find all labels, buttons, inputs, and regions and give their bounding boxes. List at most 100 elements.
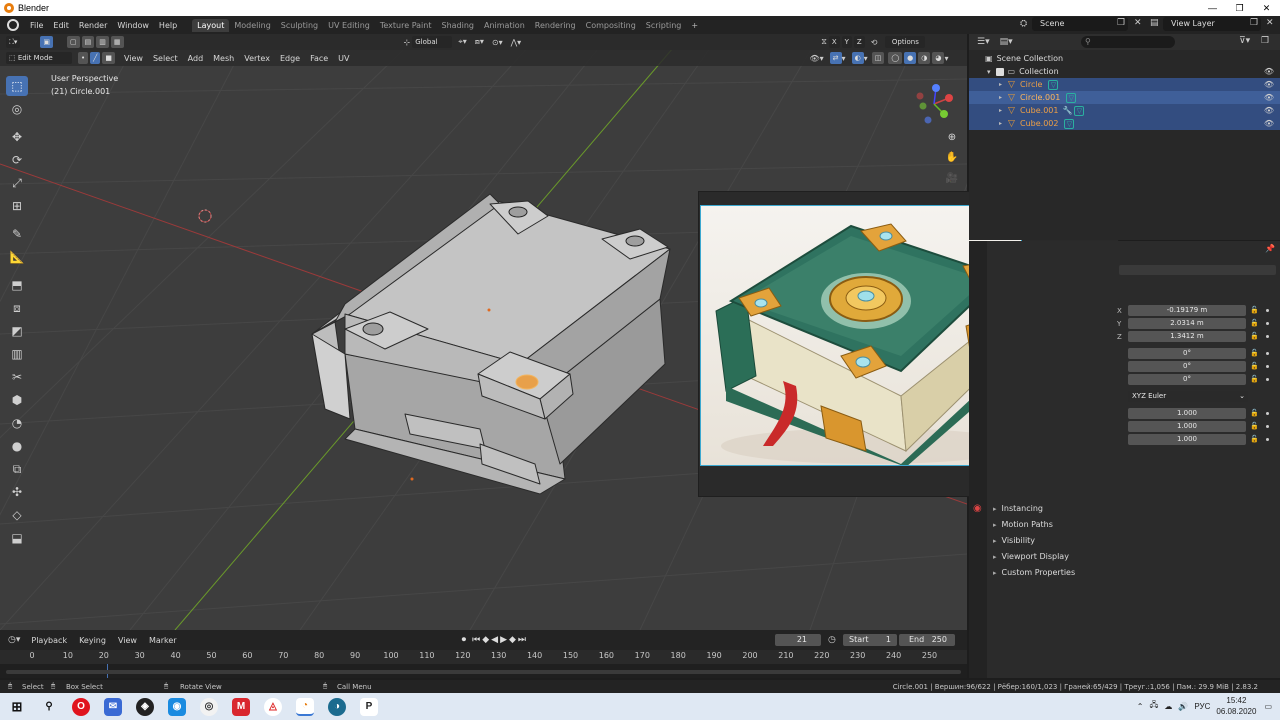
menu-render[interactable]: Render (74, 21, 112, 30)
lock-icon[interactable]: 🔓 (1250, 422, 1259, 430)
panel-instancing[interactable]: Instancing (993, 504, 1043, 513)
new-view-layer-icon[interactable]: ❐ (1250, 18, 1258, 28)
annotate-tool-icon[interactable]: ✎ (6, 224, 28, 244)
scene-field[interactable]: Scene (1032, 17, 1128, 31)
view-layer-field[interactable]: View Layer (1163, 17, 1261, 31)
opera-browser-icon[interactable]: O (72, 697, 90, 716)
move-tool-icon[interactable]: ✥ (6, 127, 28, 147)
lock-icon[interactable]: 🔓 (1250, 332, 1259, 340)
timeline-menu-view[interactable]: View (113, 636, 142, 645)
smooth-tool-icon[interactable]: ● (6, 436, 28, 456)
start-frame-field[interactable]: Start 1 (843, 634, 897, 646)
transform-tool-icon[interactable]: ⊞ (6, 196, 28, 216)
viewport-menu-uv[interactable]: UV (333, 54, 354, 63)
tray-language[interactable]: РУС (1194, 702, 1210, 711)
add-workspace-icon[interactable]: + (686, 19, 703, 32)
tab-layout[interactable]: Layout (192, 18, 230, 32)
tab-sculpting[interactable]: Sculpting (276, 19, 323, 32)
unity-icon[interactable]: ◈ (136, 697, 154, 716)
location-y-field[interactable]: 2.0314 m (1128, 318, 1246, 329)
panel-visibility[interactable]: Visibility (993, 536, 1036, 545)
proportional-icon[interactable]: ⊙▾ (492, 38, 503, 47)
record-icon[interactable]: ⏺ (462, 635, 467, 645)
extrude-tool-icon[interactable]: ⬒ (6, 275, 28, 295)
scale-tool-icon[interactable]: ⤢ (6, 173, 28, 193)
rotate-tool-icon[interactable]: ⟳ (6, 150, 28, 170)
play-icon[interactable]: ▶ (500, 635, 507, 645)
interaction-mode-dropdown[interactable]: ⬚ Edit Mode (6, 52, 72, 64)
keyframe-dot[interactable] (1266, 335, 1269, 338)
shading-dropdown-icon[interactable]: ▾ (944, 54, 948, 63)
end-frame-field[interactable]: End 250 (899, 634, 955, 646)
tab-scripting[interactable]: Scripting (641, 19, 687, 32)
rotation-z-field[interactable]: 0° (1128, 374, 1246, 385)
bevel-tool-icon[interactable]: ◩ (6, 321, 28, 341)
gizmo-toggle-icon[interactable]: ⇄ (829, 52, 842, 64)
blender-menu-icon[interactable] (7, 19, 19, 31)
panel-custom-properties[interactable]: Custom Properties (993, 568, 1076, 577)
lock-icon[interactable]: 🔓 (1250, 349, 1259, 357)
new-collection-icon[interactable]: ❐ (1261, 36, 1269, 46)
keyframe-dot[interactable] (1266, 309, 1269, 312)
timeline-ruler[interactable]: 0 10 20 30 40 50 60 70 80 90 100 110 120 130 140 150 160… (0, 650, 967, 664)
scene-selector-icon[interactable]: ⛭ (1020, 19, 1027, 29)
remove-scene-icon[interactable]: ✕ (1134, 18, 1142, 28)
menu-window[interactable]: Window (112, 21, 154, 30)
mirror-icon[interactable]: ⧖ (821, 37, 827, 47)
rotation-mode-dropdown[interactable]: XYZ Euler ⌄ (1128, 391, 1248, 402)
lock-icon[interactable]: 🔓 (1250, 362, 1259, 370)
edge-slide-tool-icon[interactable]: ⧉ (6, 459, 28, 479)
snap-icon[interactable]: ⧈▾ (475, 37, 484, 47)
maximize-icon[interactable]: ❐ (1226, 3, 1253, 14)
viewport-menu-edge[interactable]: Edge (275, 54, 305, 63)
tab-animation[interactable]: Animation (479, 19, 530, 32)
falloff-icon[interactable]: ⋀▾ (511, 38, 522, 47)
display-mode-icon[interactable]: ▤▾ (1000, 37, 1013, 47)
new-scene-icon[interactable]: ❐ (1117, 18, 1125, 28)
select-new-icon[interactable]: ▢ (67, 36, 80, 48)
viewport-menu-face[interactable]: Face (305, 54, 333, 63)
orientation-icon[interactable]: ⊹ (404, 38, 411, 47)
menu-file[interactable]: File (25, 21, 48, 30)
camera-view-icon[interactable]: 🎥 (944, 171, 960, 187)
object-constraint-tab-icon[interactable]: ◉ (973, 503, 982, 514)
select-mode-icon[interactable]: ▣ (40, 36, 54, 48)
app-shield-icon[interactable]: ◉ (168, 697, 186, 716)
timeline-tracks[interactable] (0, 664, 967, 678)
lock-icon[interactable]: 🔓 (1250, 306, 1259, 314)
cursor-tool-icon[interactable]: ◎ (6, 99, 28, 119)
keyframe-dot[interactable] (1266, 412, 1269, 415)
options-dropdown[interactable]: Options (885, 36, 926, 48)
visibility-icon[interactable]: 👁▾ (810, 54, 824, 63)
shrink-fatten-tool-icon[interactable]: ✣ (6, 482, 28, 502)
scale-x-field[interactable]: 1.000 (1128, 408, 1246, 419)
mesh-data-icon[interactable]: ▽ (1064, 118, 1075, 129)
steam-icon[interactable]: ◑ (328, 697, 346, 716)
notification-icon[interactable]: ▭ (1264, 702, 1272, 711)
keyframe-dot[interactable] (1266, 352, 1269, 355)
mirror-x-toggle[interactable]: X (828, 36, 840, 48)
shear-tool-icon[interactable]: ◇ (6, 505, 28, 525)
minimize-icon[interactable]: — (1199, 3, 1226, 14)
viewport-menu-vertex[interactable]: Vertex (239, 54, 275, 63)
antivirus-icon[interactable]: ◬ (264, 697, 282, 716)
tray-chevron-icon[interactable]: ⌃ (1137, 702, 1144, 711)
scale-z-field[interactable]: 1.000 (1128, 434, 1246, 445)
tray-clock[interactable]: 15:42 06.08.2020 (1216, 695, 1256, 717)
keyframe-dot[interactable] (1266, 365, 1269, 368)
mesh-data-icon[interactable]: ▽ (1066, 92, 1077, 103)
vertex-select-button[interactable]: • (78, 52, 89, 64)
loop-cut-tool-icon[interactable]: ▥ (6, 344, 28, 364)
location-x-field[interactable]: -0.19179 m (1128, 305, 1246, 316)
keyframe-dot[interactable] (1266, 378, 1269, 381)
collection-row[interactable]: ▾ ▭ Collection 👁 (969, 65, 1280, 78)
mesh-data-icon[interactable]: ▽ (1048, 79, 1059, 90)
menu-help[interactable]: Help (154, 21, 182, 30)
prev-keyframe-icon[interactable]: ◆ (482, 635, 489, 645)
material-shading-icon[interactable]: ◑ (918, 52, 931, 64)
play-reverse-icon[interactable]: ◀ (491, 635, 498, 645)
rendered-shading-icon[interactable]: ◕ (932, 52, 945, 64)
tray-volume-icon[interactable]: 🔊 (1178, 702, 1188, 711)
expand-icon[interactable]: ▸ (999, 81, 1002, 88)
tab-compositing[interactable]: Compositing (581, 19, 641, 32)
